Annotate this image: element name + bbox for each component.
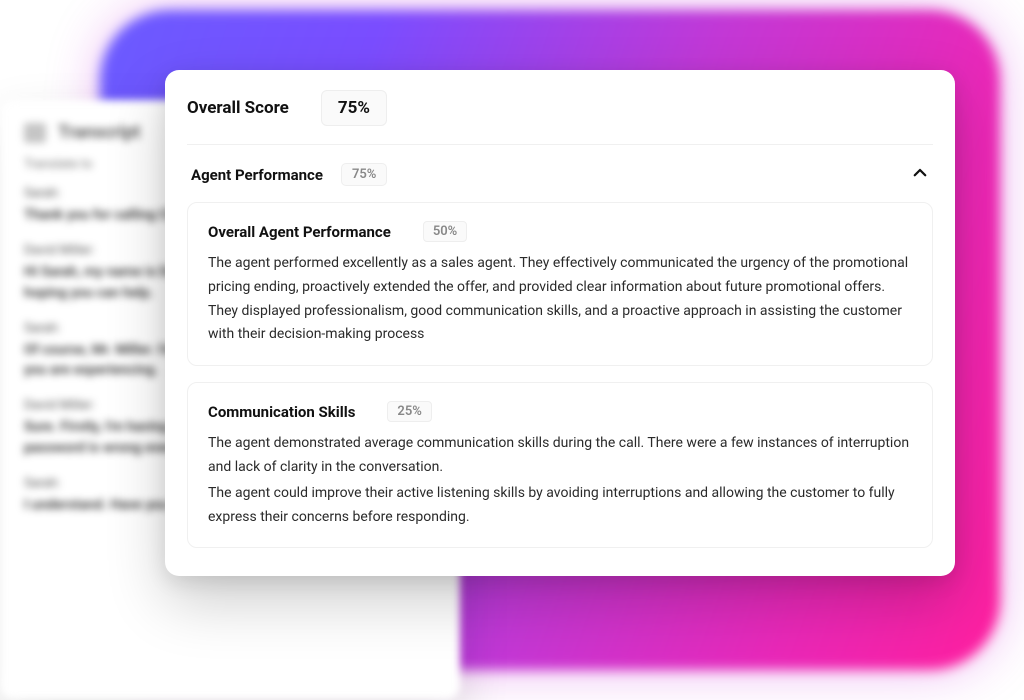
section-score: 75% bbox=[341, 163, 387, 186]
subcard-paragraph: The agent demonstrated average communica… bbox=[208, 432, 912, 480]
transcript-speaker: Sarah: bbox=[24, 476, 60, 491]
subcard-header: Overall Agent Performance 50% bbox=[208, 221, 912, 242]
subcard-score: 25% bbox=[387, 401, 431, 422]
subcard-score: 50% bbox=[423, 221, 467, 242]
overall-score-row: Overall Score 75% bbox=[187, 90, 933, 145]
subcard-paragraph: The agent could improve their active lis… bbox=[208, 482, 912, 530]
overall-score-label: Overall Score bbox=[187, 98, 289, 118]
subcard-header: Communication Skills 25% bbox=[208, 401, 912, 422]
section-title: Agent Performance bbox=[191, 166, 323, 184]
transcript-title: Transcript bbox=[58, 122, 140, 143]
chevron-up-icon bbox=[911, 164, 929, 186]
transcript-icon bbox=[24, 123, 46, 143]
subcard-body: The agent demonstrated average communica… bbox=[208, 432, 912, 529]
overall-score-value: 75% bbox=[321, 90, 387, 126]
performance-subcard: Overall Agent Performance 50% The agent … bbox=[187, 202, 933, 366]
agent-performance-header[interactable]: Agent Performance 75% bbox=[187, 145, 933, 202]
subcard-paragraph: The agent performed excellently as a sal… bbox=[208, 252, 912, 347]
subcard-title: Communication Skills bbox=[208, 403, 355, 421]
subcard-body: The agent performed excellently as a sal… bbox=[208, 252, 912, 347]
subcard-title: Overall Agent Performance bbox=[208, 223, 391, 241]
score-card: Overall Score 75% Agent Performance 75% … bbox=[165, 70, 955, 576]
performance-subcard: Communication Skills 25% The agent demon… bbox=[187, 382, 933, 548]
